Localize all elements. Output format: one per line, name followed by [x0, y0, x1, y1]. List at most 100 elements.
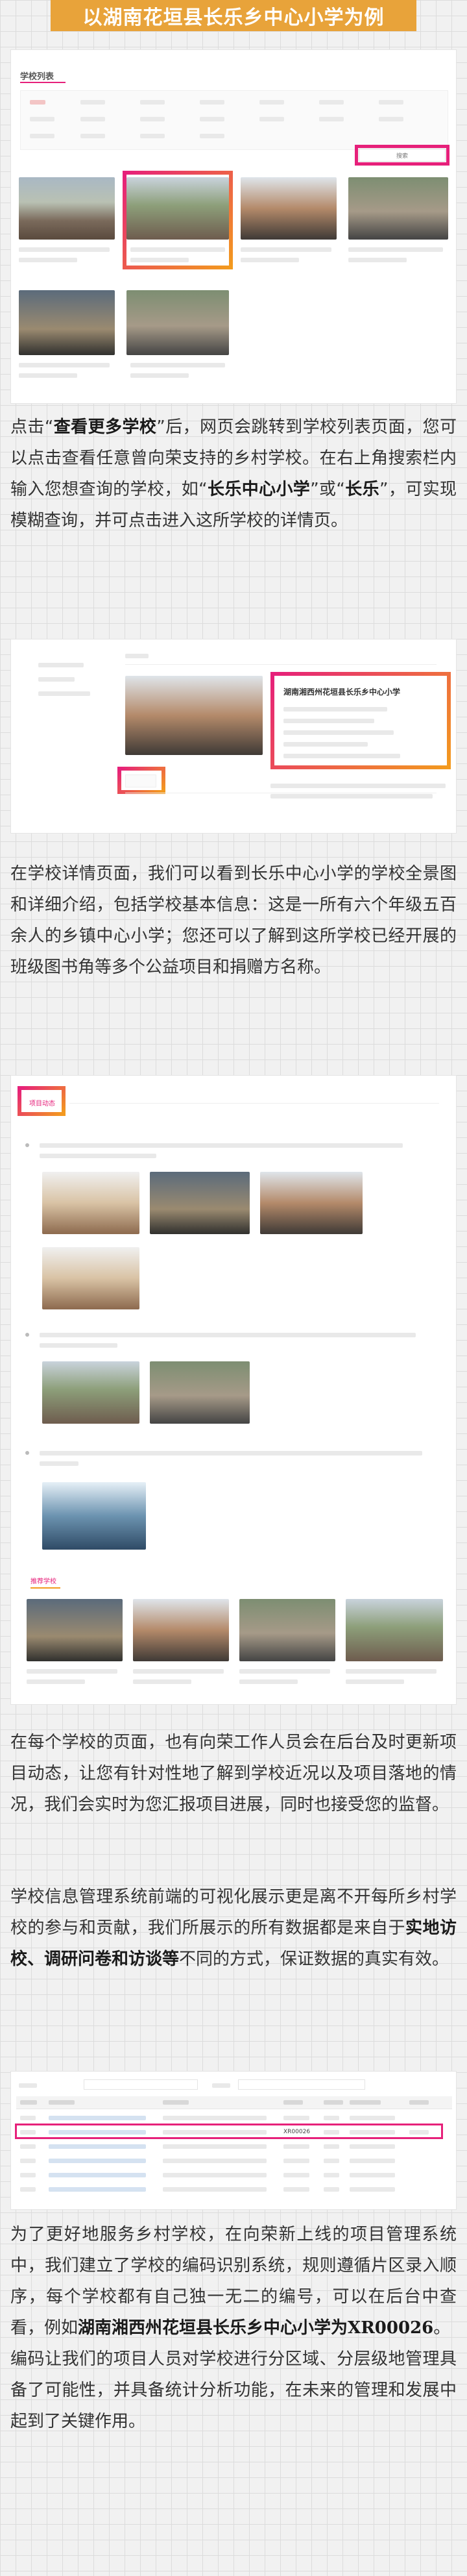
para1-bold: 查看更多学校 — [53, 417, 157, 437]
recommended-name-bar — [133, 1669, 224, 1674]
filter-option[interactable] — [80, 117, 105, 121]
update-text-line — [40, 1451, 422, 1455]
school-info-highlight — [270, 672, 451, 769]
recommended-meta-bar — [239, 1679, 298, 1684]
table-row[interactable] — [16, 2112, 452, 2124]
filter-option[interactable] — [319, 117, 344, 121]
recommended-school-photo[interactable] — [27, 1599, 123, 1661]
recommended-meta-bar — [346, 1679, 404, 1684]
recommended-name-bar — [346, 1669, 437, 1674]
region-filter-grid — [20, 90, 448, 150]
header-cell — [350, 2100, 381, 2105]
update-text-line — [40, 1333, 416, 1337]
table-filter[interactable] — [19, 2083, 37, 2088]
filter-option[interactable] — [259, 100, 284, 105]
update-text-line — [40, 1461, 78, 1466]
table-filter-input[interactable] — [238, 2079, 365, 2090]
project-updates-screenshot: 项目动态 推荐学校 — [10, 1075, 457, 1705]
headline-text: 以湖南花垣县长乐乡中心小学为例 — [82, 6, 385, 29]
filter-option[interactable] — [80, 134, 105, 138]
recommended-school-photo[interactable] — [346, 1599, 443, 1661]
school-photo[interactable] — [19, 290, 115, 355]
timeline-dot — [25, 1143, 29, 1147]
school-photo[interactable] — [126, 290, 229, 355]
school-meta-bar — [19, 258, 77, 262]
school-list-screenshot: 学校列表 搜索 — [10, 49, 457, 404]
filter-option[interactable] — [140, 117, 165, 121]
school-photo[interactable] — [348, 177, 448, 240]
filter-option[interactable] — [140, 134, 165, 138]
description-line — [270, 784, 446, 788]
paragraph-detail-page: 在学校详情页面，我们可以看到长乐中心小学的学校全景图和详细介绍，包括学校基本信息… — [10, 858, 457, 1053]
recommended-school-photo[interactable] — [133, 1599, 229, 1661]
school-photo[interactable] — [241, 177, 337, 240]
table-row[interactable] — [16, 2183, 452, 2195]
filter-option[interactable] — [200, 100, 224, 105]
highlighted-school-card — [123, 171, 233, 269]
school-name-bar — [19, 363, 110, 367]
timeline-dot — [25, 1451, 29, 1455]
table-row[interactable] — [16, 2155, 452, 2166]
update-text-line — [40, 1143, 403, 1148]
update-photo[interactable] — [42, 1172, 139, 1234]
filter-option[interactable] — [379, 100, 403, 105]
para3-text: 在每个学校的页面，也有向荣工作人员会在后台及时更新项目动态，让您有针对性地了解到… — [10, 1733, 457, 1814]
header-cell — [163, 2100, 189, 2105]
filter-option[interactable] — [140, 100, 165, 105]
para2-text: 在学校详情页面，我们可以看到长乐中心小学的学校全景图和详细介绍，包括学校基本信息… — [10, 864, 457, 977]
school-photo[interactable] — [19, 177, 115, 240]
sidebar-line[interactable] — [38, 691, 90, 696]
table-row[interactable] — [16, 2169, 452, 2181]
paragraph-project-updates: 在每个学校的页面，也有向荣工作人员会在后台及时更新项目动态，让您有针对性地了解到… — [10, 1727, 457, 1854]
header-cell — [409, 2100, 429, 2105]
sidebar-line[interactable] — [38, 677, 75, 682]
search-highlight-frame — [355, 145, 449, 166]
paragraph-data-sources: 学校信息管理系统前端的可视化展示更是离不开每所乡村学校的参与和贡献，我们所展示的… — [10, 1881, 457, 2009]
title-underline — [20, 82, 66, 83]
recommended-name-bar — [27, 1669, 117, 1674]
update-photo[interactable] — [42, 1482, 146, 1550]
management-table-screenshot: XR00026 — [10, 2071, 457, 2210]
filter-option[interactable] — [30, 100, 45, 105]
update-photo[interactable] — [150, 1361, 250, 1424]
table-filter[interactable] — [212, 2083, 230, 2088]
filter-option[interactable] — [200, 117, 224, 121]
table-row[interactable] — [16, 2140, 452, 2152]
update-photo[interactable] — [150, 1172, 250, 1234]
update-photo[interactable] — [42, 1247, 139, 1309]
filter-option[interactable] — [200, 134, 224, 138]
table-filter-input[interactable] — [84, 2079, 198, 2090]
para4-text: 学校信息管理系统前端的可视化展示更是离不开每所乡村学校的参与和贡献，我们所展示的… — [10, 1887, 457, 1938]
description-line — [270, 794, 433, 799]
para1-text: 点击“ — [10, 417, 54, 437]
school-meta-bar — [241, 258, 299, 262]
school-meta-bar — [19, 373, 77, 378]
filter-option[interactable] — [319, 100, 344, 105]
update-photo[interactable] — [42, 1361, 139, 1424]
school-name-bar — [130, 363, 225, 367]
school-list-title: 学校列表 — [20, 72, 54, 82]
para5-text: 编码让我们的项目人员对学校进行分区域、分层级地管理具备了可能性，并具备统计分析功… — [10, 2349, 457, 2431]
filter-option[interactable] — [80, 100, 105, 105]
filter-option[interactable] — [30, 117, 54, 121]
filter-option[interactable] — [379, 117, 403, 121]
school-name-bar — [348, 247, 443, 252]
para1-text: ”或“ — [310, 480, 345, 499]
recommended-school-photo[interactable] — [239, 1599, 335, 1661]
para5-text: 。 — [433, 2318, 451, 2338]
school-meta-bar — [130, 373, 189, 378]
para1-bold: 长乐 — [344, 480, 379, 499]
filter-option[interactable] — [30, 134, 54, 138]
table-header — [16, 2096, 452, 2109]
update-text-line — [40, 1343, 117, 1348]
school-name-bar — [241, 247, 331, 252]
sidebar-line[interactable] — [38, 663, 84, 667]
breadcrumb — [125, 654, 149, 658]
section-divider — [69, 1103, 439, 1104]
update-photo[interactable] — [260, 1172, 363, 1234]
recommended-name-bar — [239, 1669, 330, 1674]
school-meta-bar — [348, 258, 407, 262]
filter-option[interactable] — [259, 117, 284, 121]
school-code-inline: XR00026 — [348, 2318, 434, 2338]
school-panorama-photo — [125, 676, 263, 755]
